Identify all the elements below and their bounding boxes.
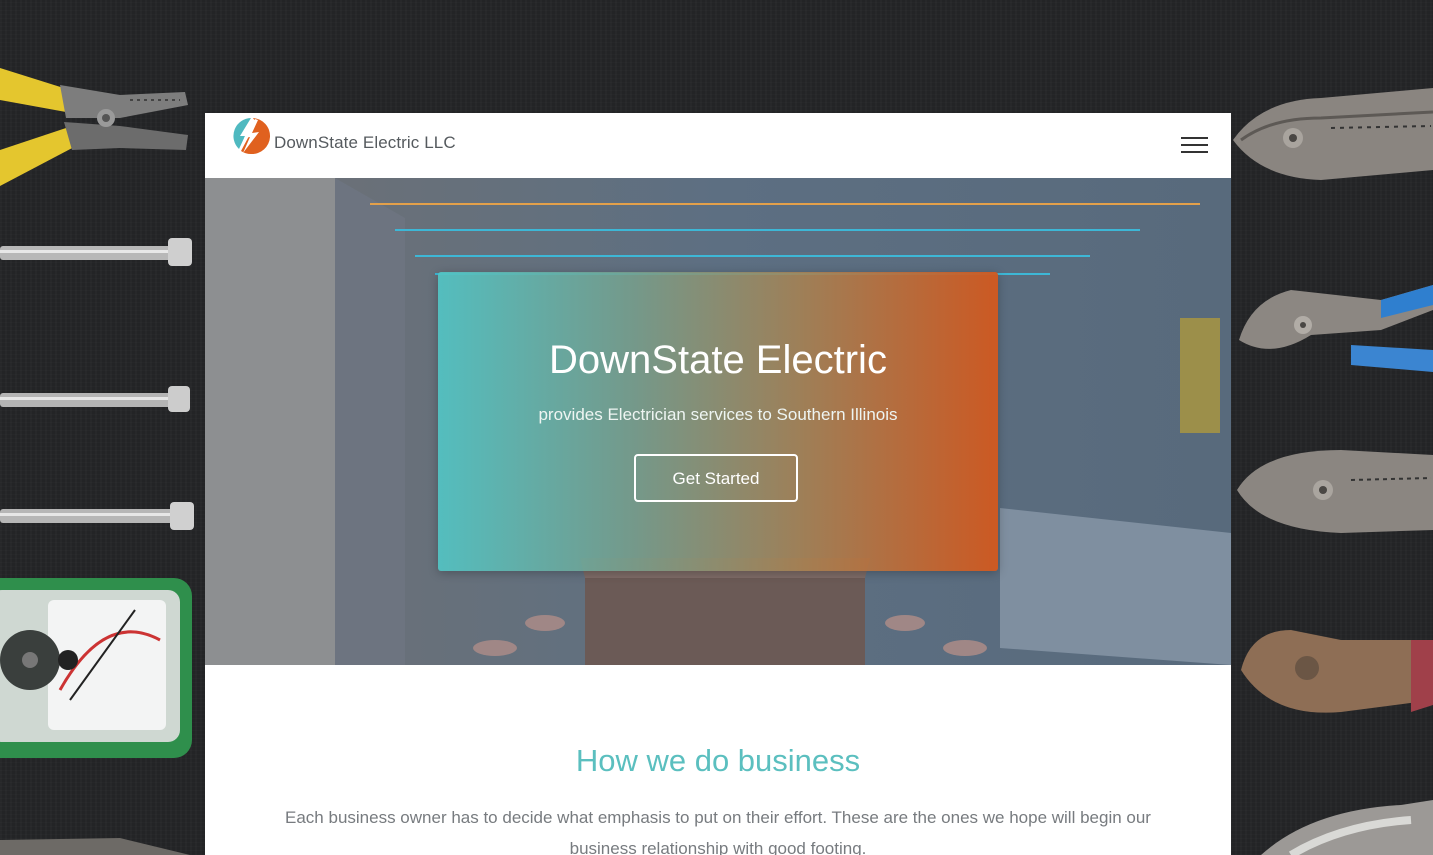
hero-section: DownState Electric provides Electrician … xyxy=(205,178,1231,665)
lineman-pliers-icon xyxy=(1233,88,1433,180)
tools-illustration-left xyxy=(0,68,194,855)
pipe-wrench-icon xyxy=(1241,630,1433,713)
cable-cutter-icon xyxy=(1261,800,1433,855)
tools-illustration-right xyxy=(1233,88,1433,855)
metal-rod-icon xyxy=(0,238,194,530)
section-title: How we do business xyxy=(575,743,861,778)
background-tools-right xyxy=(1231,0,1433,855)
section-description: Each business owner has to decide what e… xyxy=(285,808,1151,855)
business-section: How we do business Each business owner h… xyxy=(205,665,1231,855)
wire-stripper-icon xyxy=(0,68,188,186)
hero-callout: DownState Electric provides Electrician … xyxy=(438,272,998,571)
navbar: DownState Electric LLC xyxy=(205,113,1231,178)
hero-title: DownState Electric xyxy=(549,338,887,382)
logo-icon[interactable] xyxy=(231,116,271,156)
multimeter-icon xyxy=(0,578,192,758)
channel-lock-pliers-icon xyxy=(1239,285,1433,372)
background-tools-left xyxy=(0,0,205,855)
crimping-tool-icon xyxy=(1237,450,1433,533)
hero-subtitle: provides Electrician services to Souther… xyxy=(538,405,898,424)
get-started-button[interactable]: Get Started xyxy=(634,454,798,502)
brand-name[interactable]: DownState Electric LLC xyxy=(274,133,456,153)
hamburger-menu-icon[interactable] xyxy=(1181,137,1208,153)
site-container: DownState Electric LLC DownState Electri… xyxy=(205,113,1231,855)
